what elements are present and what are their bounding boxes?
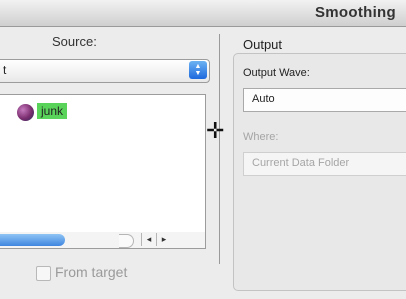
output-wave-value: Auto xyxy=(252,93,275,105)
horizontal-scrollbar[interactable]: ◂ ▸ xyxy=(0,232,206,249)
where-value: Current Data Folder xyxy=(252,157,350,169)
source-label: Source: xyxy=(52,34,97,49)
window-title: Smoothing xyxy=(314,4,396,21)
wave-icon xyxy=(17,104,34,121)
scroll-left-arrow-icon[interactable]: ◂ xyxy=(141,233,156,246)
from-target-label: From target xyxy=(55,264,128,280)
where-label: Where: xyxy=(243,131,279,143)
output-wave-label: Output Wave: xyxy=(243,67,310,79)
chevron-updown-icon[interactable]: ▲ ▼ xyxy=(189,61,207,79)
output-group-label: Output xyxy=(243,37,283,52)
list-item[interactable]: junk xyxy=(37,103,68,119)
from-target-checkbox[interactable] xyxy=(36,266,51,281)
source-wave-list[interactable]: junk xyxy=(0,94,206,234)
resize-handle-icon[interactable]: ✛ xyxy=(206,120,224,142)
scroll-right-arrow-icon[interactable]: ▸ xyxy=(156,233,171,246)
where-field[interactable]: Current Data Folder xyxy=(243,152,406,176)
output-wave-field[interactable]: Auto xyxy=(243,88,406,112)
scroll-track-end xyxy=(119,234,134,248)
title-bar: Smoothing xyxy=(0,0,406,27)
panel-splitter[interactable] xyxy=(219,34,220,264)
source-select[interactable]: t ▲ ▼ xyxy=(0,59,210,83)
scroll-thumb[interactable] xyxy=(0,234,65,246)
source-select-value: t xyxy=(3,63,7,77)
output-group: Output Wave: Auto Where: Current Data Fo… xyxy=(233,53,406,291)
